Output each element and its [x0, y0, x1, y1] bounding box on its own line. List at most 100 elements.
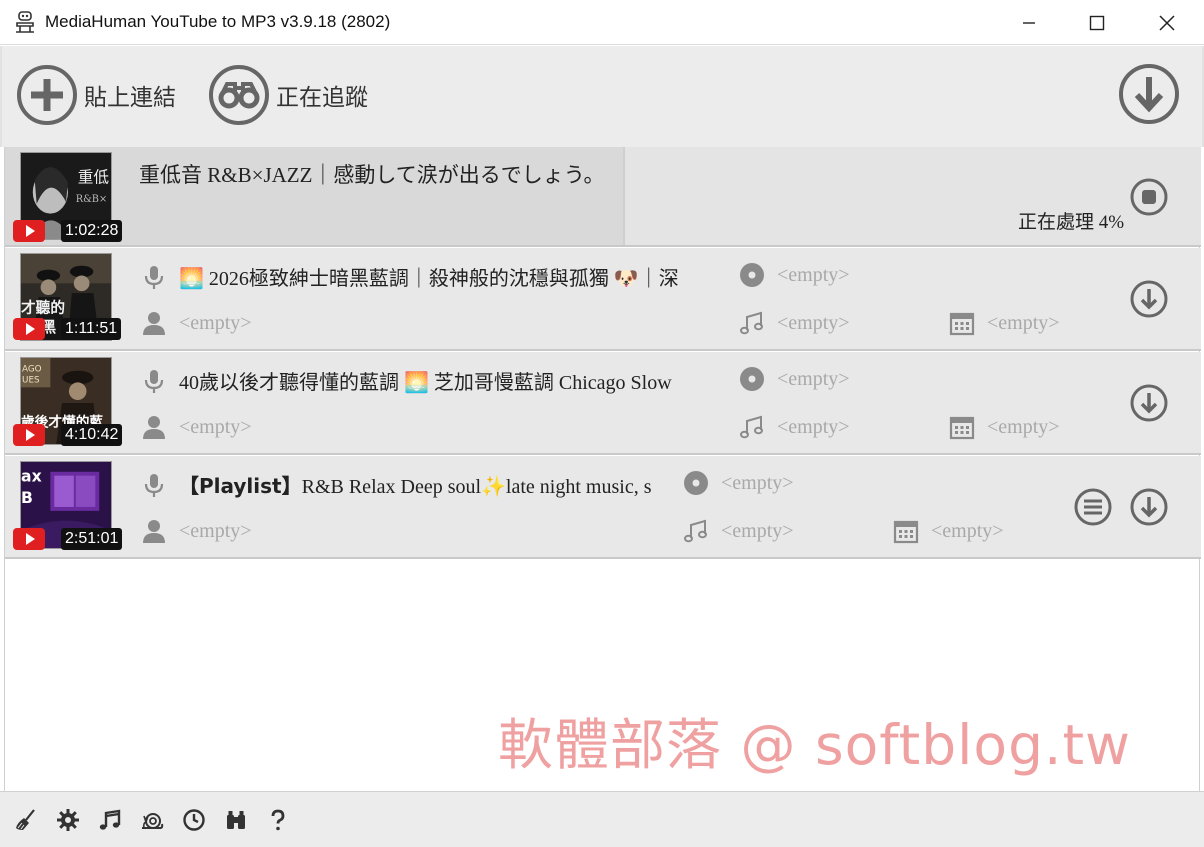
- list-item[interactable]: ax B 2:51:01 【Playlist】R&B Relax Deep so…: [5, 456, 1201, 559]
- close-button[interactable]: [1132, 0, 1202, 45]
- help-button[interactable]: [264, 806, 292, 834]
- duration-label: 1:02:28: [61, 220, 123, 242]
- artist-field[interactable]: <empty>: [141, 310, 252, 336]
- settings-button[interactable]: [54, 806, 82, 834]
- item-title: 🌅 2026極致紳士暗黑藍調｜殺神般的沈穩與孤獨 🐶｜深: [179, 268, 679, 290]
- maximize-icon: [1089, 15, 1105, 30]
- close-icon: [1159, 14, 1175, 31]
- genre-value: <empty>: [777, 415, 850, 438]
- year-field[interactable]: <empty>: [949, 414, 1060, 440]
- tracking-footer-button[interactable]: [222, 806, 250, 834]
- duration-label: 4:10:42: [61, 424, 123, 446]
- album-value: <empty>: [777, 367, 850, 390]
- download-button[interactable]: [1129, 279, 1169, 319]
- microphone-icon: [144, 473, 164, 497]
- music-notes-icon: [740, 415, 763, 439]
- stop-button[interactable]: [1129, 177, 1169, 217]
- youtube-icon: [13, 528, 45, 550]
- status-text: 正在處理 4%: [1018, 212, 1125, 233]
- title-field[interactable]: 🌅 2026極致紳士暗黑藍調｜殺神般的沈穩與孤獨 🐶｜深: [141, 262, 721, 291]
- title-field[interactable]: 40歲以後才聽得懂的藍調 🌅 芝加哥慢藍調 Chicago Slow: [141, 366, 721, 395]
- svg-text:UES: UES: [22, 375, 40, 385]
- album-field[interactable]: <empty>: [739, 262, 850, 288]
- genre-value: <empty>: [721, 519, 794, 542]
- svg-text:才聽的: 才聽的: [21, 299, 65, 317]
- genre-value: <empty>: [777, 311, 850, 334]
- microphone-icon: [144, 369, 164, 393]
- youtube-icon: [13, 424, 45, 446]
- person-icon: [143, 520, 165, 543]
- album-value: <empty>: [721, 471, 794, 494]
- year-value: <empty>: [931, 519, 1004, 542]
- gear-icon: [57, 809, 79, 831]
- artist-field[interactable]: <empty>: [141, 414, 252, 440]
- item-title: 【Playlist】R&B Relax Deep soul✨late night…: [179, 470, 651, 499]
- disc-icon: [740, 263, 764, 287]
- item-title: 重低音 R&B×JAZZ｜感動して涙が出るでしょう。: [139, 163, 605, 187]
- genre-field[interactable]: <empty>: [683, 518, 794, 544]
- genre-field[interactable]: <empty>: [739, 414, 850, 440]
- duration-label: 2:51:01: [61, 528, 123, 550]
- item-title-rest: R&B Relax Deep soul✨late night music, s: [301, 476, 652, 498]
- toolbar: 貼上連結 正在追蹤: [0, 46, 1204, 147]
- album-field[interactable]: <empty>: [683, 470, 794, 496]
- microphone-icon: [144, 265, 164, 289]
- title-field[interactable]: 【Playlist】R&B Relax Deep soul✨late night…: [141, 470, 665, 499]
- snail-icon: [142, 813, 164, 829]
- download-button[interactable]: [1129, 487, 1169, 527]
- title-value: 40歲以後才聽得懂的藍調 🌅 芝加哥慢藍調 Chicago Slow: [179, 366, 672, 395]
- svg-text:R&B×: R&B×: [76, 194, 107, 205]
- calendar-icon: [893, 520, 919, 544]
- title-value: 🌅 2026極致紳士暗黑藍調｜殺神般的沈穩與孤獨 🐶｜深: [179, 262, 679, 291]
- music-note-icon: [99, 809, 121, 830]
- list-item[interactable]: 才聽的 藍黑 1:11:51 🌅 2026極致紳士暗黑藍調｜殺神般的沈穩與孤獨 …: [5, 248, 1201, 351]
- music-notes-icon: [684, 519, 707, 543]
- svg-text:重低: 重低: [78, 167, 110, 186]
- clear-button[interactable]: [12, 806, 40, 834]
- download-all-button[interactable]: [1118, 63, 1180, 125]
- maximize-button[interactable]: [1062, 0, 1132, 45]
- footer-toolbar: [0, 791, 1204, 847]
- speed-limit-button[interactable]: [138, 806, 166, 834]
- paste-link-button[interactable]: 貼上連結: [16, 63, 176, 127]
- year-value: <empty>: [987, 415, 1060, 438]
- list-item[interactable]: 重低 R&B× 1:02:28 重低音 R&B×JAZZ｜感動して涙が出るでしょ…: [5, 147, 1201, 247]
- year-value: <empty>: [987, 311, 1060, 334]
- album-value: <empty>: [777, 263, 850, 286]
- calendar-icon: [949, 312, 975, 336]
- genre-field[interactable]: <empty>: [739, 310, 850, 336]
- download-list: 重低 R&B× 1:02:28 重低音 R&B×JAZZ｜感動して涙が出るでしょ…: [4, 147, 1201, 791]
- plus-circle-icon: [17, 65, 77, 125]
- itunes-button[interactable]: [96, 806, 124, 834]
- tracking-label: 正在追蹤: [276, 85, 368, 111]
- title-value: 【Playlist】R&B Relax Deep soul✨late night…: [179, 470, 651, 499]
- person-icon: [143, 312, 165, 335]
- tracking-button[interactable]: 正在追蹤: [208, 63, 368, 127]
- window-title: MediaHuman YouTube to MP3 v3.9.18 (2802): [45, 12, 391, 31]
- clock-icon: [183, 809, 205, 831]
- minimize-icon: [1023, 21, 1035, 24]
- album-field[interactable]: <empty>: [739, 366, 850, 392]
- playlist-button[interactable]: [1073, 487, 1113, 527]
- svg-text:B: B: [21, 488, 33, 507]
- calendar-icon: [949, 416, 975, 440]
- youtube-icon: [13, 220, 45, 242]
- year-field[interactable]: <empty>: [893, 518, 1004, 544]
- minimize-button[interactable]: [994, 0, 1064, 45]
- broom-icon: [16, 809, 35, 830]
- scheduler-button[interactable]: [180, 806, 208, 834]
- disc-icon: [684, 471, 708, 495]
- app-logo-icon: [16, 11, 34, 33]
- item-title-bold: 【Playlist】: [179, 474, 302, 498]
- artist-field[interactable]: <empty>: [141, 518, 252, 544]
- list-item[interactable]: AGO UES 歲後才懂的藍 4:10:42 40歲以後才聽得懂的藍調 🌅 芝加…: [5, 352, 1201, 455]
- year-field[interactable]: <empty>: [949, 310, 1060, 336]
- disc-icon: [740, 367, 764, 391]
- binoculars-circle-icon: [209, 65, 269, 125]
- artist-value: <empty>: [179, 415, 252, 438]
- binoculars-icon: [227, 811, 245, 829]
- download-button[interactable]: [1129, 383, 1169, 423]
- svg-text:ax: ax: [21, 467, 42, 486]
- music-notes-icon: [740, 311, 763, 335]
- watermark-text: 軟體部落 @ softblog.tw: [498, 713, 1132, 777]
